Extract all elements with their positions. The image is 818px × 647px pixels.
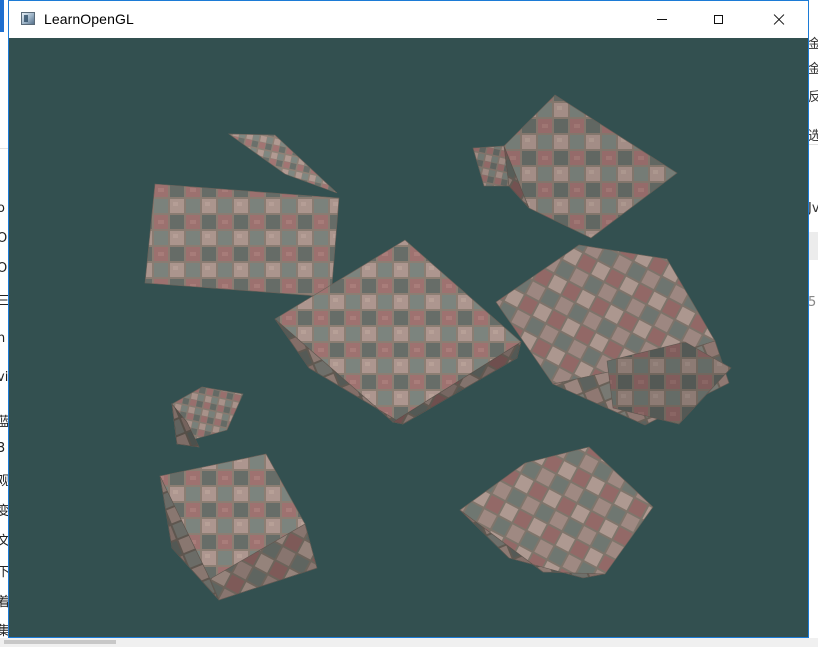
opengl-window[interactable]: LearnOpenGL bbox=[8, 0, 809, 638]
cube-face-shade bbox=[145, 184, 339, 297]
minimize-icon bbox=[657, 19, 667, 20]
background-text: 5 bbox=[809, 295, 817, 310]
background-text: 金 bbox=[809, 62, 818, 77]
maximize-button[interactable] bbox=[695, 1, 741, 38]
background-scrollbar-thumb bbox=[4, 640, 116, 644]
window-title: LearnOpenGL bbox=[44, 11, 134, 27]
background-scrollbar bbox=[0, 638, 818, 647]
minimize-button[interactable] bbox=[639, 1, 685, 38]
background-highlight-row bbox=[809, 232, 818, 260]
background-divider bbox=[809, 144, 818, 145]
window-titlebar[interactable]: LearnOpenGL bbox=[9, 1, 808, 38]
maximize-icon bbox=[713, 15, 723, 24]
render-canvas bbox=[9, 38, 808, 637]
close-button[interactable] bbox=[756, 1, 802, 38]
opengl-window-icon[interactable] bbox=[21, 12, 35, 25]
background-text: n bbox=[0, 331, 6, 346]
close-icon bbox=[773, 14, 785, 26]
background-app-right: 金 金 反 选 Jv 5 bbox=[809, 0, 818, 647]
background-text: 选 bbox=[809, 129, 818, 144]
opengl-viewport[interactable] bbox=[9, 38, 808, 637]
background-text: 反 bbox=[809, 90, 818, 105]
background-text: O bbox=[0, 261, 8, 276]
background-text: O bbox=[0, 231, 8, 246]
background-text: 金 bbox=[809, 37, 818, 52]
background-blue-tab bbox=[0, 0, 4, 32]
background-text: Jv bbox=[809, 201, 818, 216]
background-text: 3 bbox=[0, 441, 6, 456]
background-text: o bbox=[0, 201, 5, 216]
